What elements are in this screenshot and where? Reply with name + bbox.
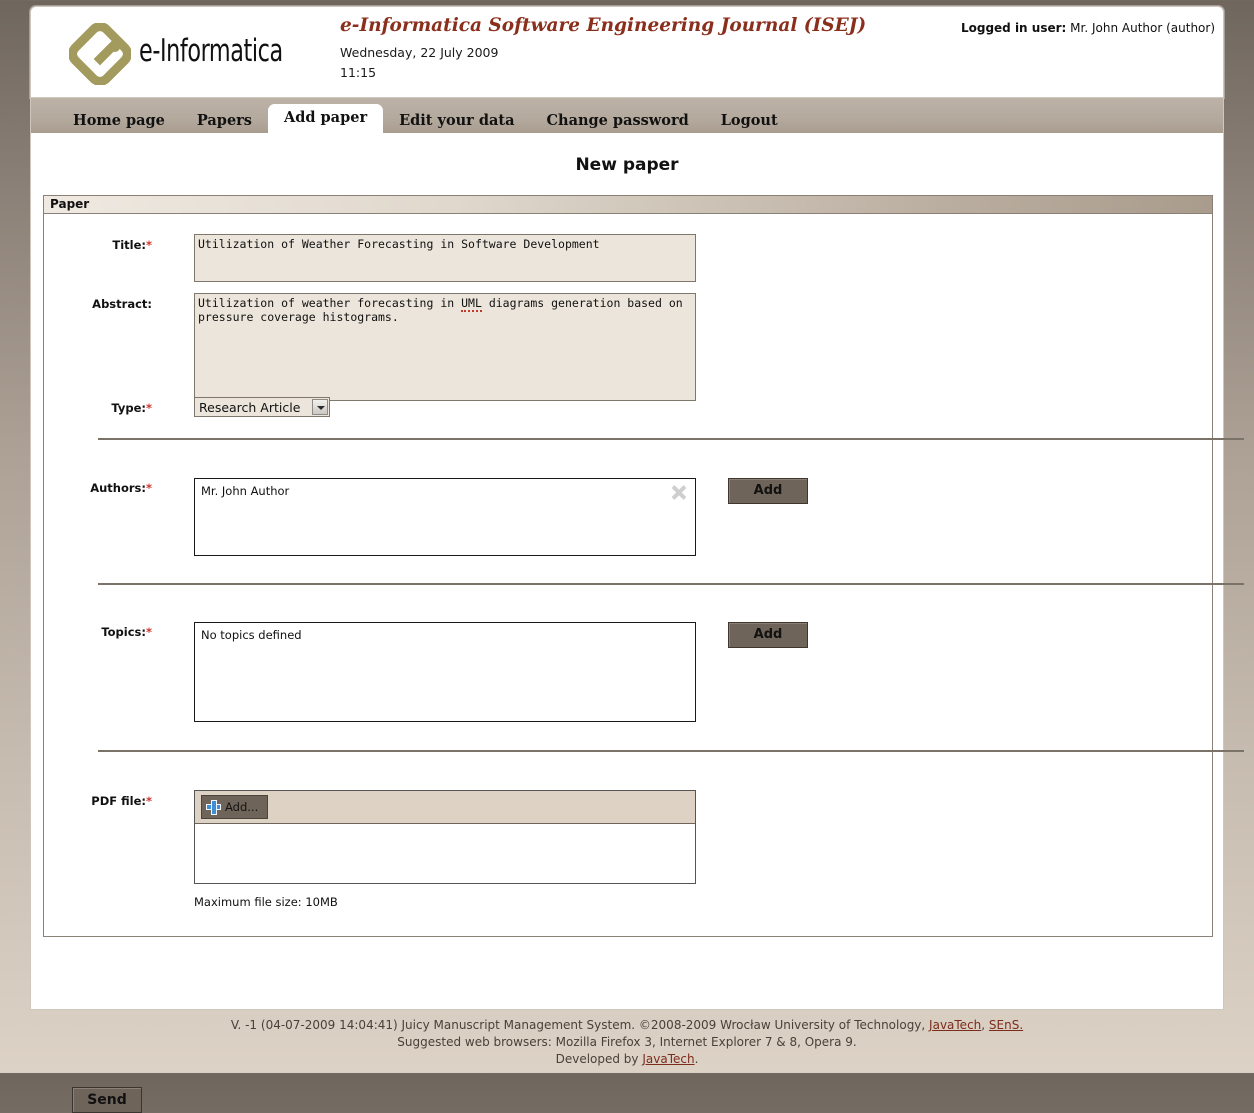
footer-version-text: V. -1 (04-07-2009 14:04:41) Juicy Manusc… — [230, 1018, 930, 1032]
section-divider-1 — [98, 438, 1244, 440]
footer-line-3: Developed by JavaTech. — [0, 1051, 1254, 1068]
topics-label: Topics:* — [101, 625, 152, 639]
pdf-upload-toolbar: Add... — [195, 791, 695, 824]
nav-tab-home-page[interactable]: Home page — [57, 108, 181, 133]
type-label: Type:* — [111, 401, 152, 415]
send-button[interactable]: Send — [72, 1087, 142, 1113]
add-topic-button[interactable]: Add — [728, 622, 808, 648]
type-select-value: Research Article — [199, 400, 301, 415]
footer-period: . — [694, 1052, 699, 1066]
main-navigation: Home page Papers Add paper Edit your data Ch… — [30, 98, 1224, 133]
abstract-misspelled-word: UML — [461, 296, 482, 312]
plus-icon — [206, 799, 221, 815]
authors-list: Mr. John Author — [194, 478, 696, 556]
nav-tab-change-password[interactable]: Change password — [531, 108, 705, 133]
site-logo[interactable]: e-Informatica — [61, 19, 331, 89]
pdf-add-file-button[interactable]: Add... — [201, 795, 269, 819]
pdf-max-size-note: Maximum file size: 10MB — [194, 895, 338, 909]
nav-tab-logout[interactable]: Logout — [705, 108, 794, 133]
footer-link-javatech[interactable]: JavaTech — [929, 1018, 981, 1032]
logged-in-user: Logged in user: Mr. John Author (author) — [961, 21, 1215, 35]
pdf-label: PDF file:* — [91, 794, 152, 808]
pdf-add-file-label: Add... — [225, 800, 259, 814]
topics-list: No topics defined — [194, 622, 696, 722]
add-author-button[interactable]: Add — [728, 478, 808, 504]
e-informatica-logo-icon — [69, 23, 131, 85]
close-x-icon[interactable] — [669, 483, 688, 502]
list-item[interactable]: Mr. John Author — [195, 479, 695, 503]
paper-form-panel: Paper Title:* Utilization of Weather For… — [43, 195, 1244, 937]
logo-wordmark: e-Informatica — [139, 33, 283, 69]
section-divider-3 — [98, 750, 1244, 752]
header-date: Wednesday, 22 July 2009 — [340, 45, 499, 60]
site-header: e-Informatica e-Informatica Software Eng… — [30, 6, 1224, 98]
section-divider-2 — [98, 583, 1244, 585]
footer-developed-by-text: Developed by — [555, 1052, 643, 1066]
panel-legend: Paper — [44, 196, 1212, 214]
footer-line-1: V. -1 (04-07-2009 14:04:41) Juicy Manusc… — [0, 1017, 1254, 1034]
chevron-down-icon[interactable] — [312, 399, 328, 415]
nav-tab-edit-your-data[interactable]: Edit your data — [383, 108, 530, 133]
title-label: Title:* — [112, 238, 152, 252]
abstract-label: Abstract: — [92, 297, 152, 311]
required-marker: * — [145, 238, 152, 252]
header-time: 11:15 — [340, 65, 377, 80]
page-content: New paper Paper Title:* Utilization of W… — [30, 133, 1244, 1113]
journal-title: e-Informatica Software Engineering Journ… — [340, 15, 867, 36]
logged-in-label: Logged in user: — [960, 21, 1067, 35]
title-input[interactable]: Utilization of Weather Forecasting in So… — [194, 234, 696, 282]
pdf-upload-widget: Add... — [194, 790, 696, 884]
logged-in-username: Mr. John Author (author) — [1070, 21, 1215, 35]
footer-link-sens[interactable]: SEnS. — [989, 1018, 1023, 1032]
site-footer: V. -1 (04-07-2009 14:04:41) Juicy Manusc… — [0, 1017, 1254, 1068]
footer-line-2: Suggested web browsers: Mozilla Firefox … — [397, 1035, 857, 1049]
abstract-input[interactable]: Utilization of weather forecasting in UM… — [194, 293, 696, 401]
nav-tab-papers[interactable]: Papers — [181, 108, 268, 133]
footer-link-developer[interactable]: JavaTech — [642, 1052, 694, 1066]
author-name: Mr. John Author — [201, 484, 290, 498]
topics-empty-message: No topics defined — [201, 628, 302, 642]
authors-label: Authors:* — [90, 481, 152, 495]
nav-tab-add-paper[interactable]: Add paper — [267, 104, 384, 133]
page-title: New paper — [575, 155, 679, 175]
nav-tab-list: Home page Papers Add paper Edit your data Ch… — [57, 98, 794, 133]
abstract-text-before: Utilization of weather forecasting in — [198, 296, 462, 310]
footer-separator: , — [981, 1018, 989, 1032]
type-select[interactable]: Research Article — [194, 397, 330, 417]
